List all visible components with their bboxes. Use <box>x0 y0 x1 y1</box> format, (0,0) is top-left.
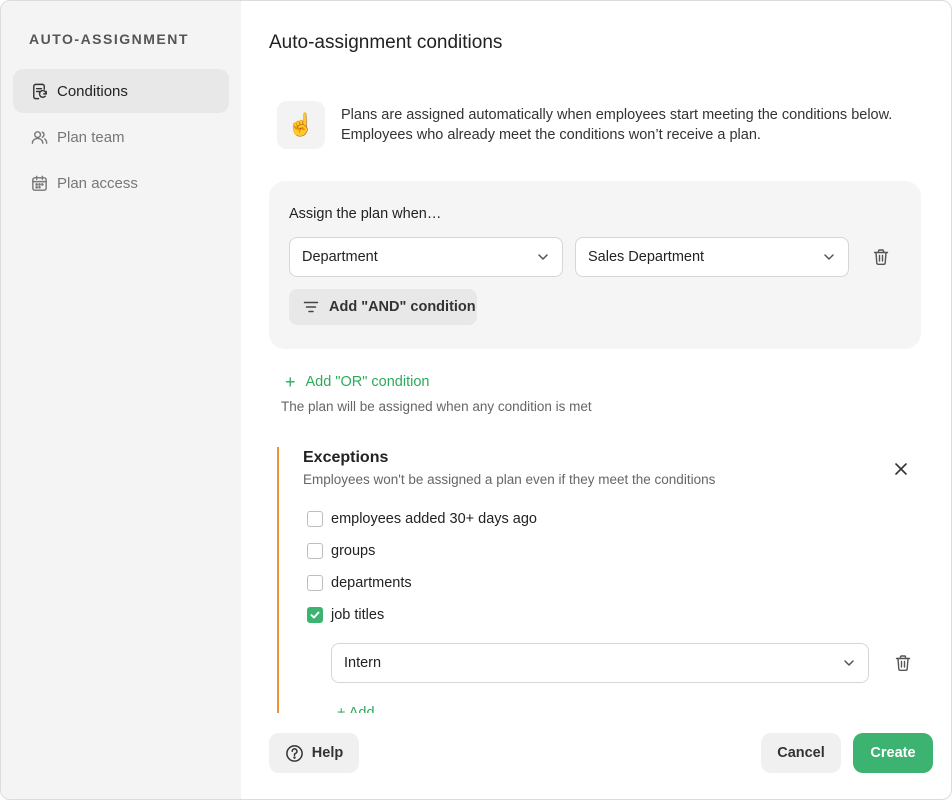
help-button[interactable]: Help <box>269 733 359 773</box>
users-icon <box>29 127 49 147</box>
select-value: Sales Department <box>588 249 705 265</box>
condition-field-select[interactable]: Department <box>289 237 563 277</box>
exception-option-departments[interactable]: departments <box>307 575 412 591</box>
job-title-select[interactable]: Intern <box>331 643 869 683</box>
chevron-down-icon <box>844 660 854 666</box>
exceptions-subtitle: Employees won't be assigned a plan even … <box>303 472 716 487</box>
sidebar-item-plan-access[interactable]: Plan access <box>13 161 229 205</box>
condition-value-select[interactable]: Sales Department <box>575 237 849 277</box>
exception-option-job-titles[interactable]: job titles <box>307 607 384 623</box>
delete-condition-button[interactable] <box>869 245 893 269</box>
select-value: Intern <box>344 655 382 671</box>
exception-option-added-30-days[interactable]: employees added 30+ days ago <box>307 511 537 527</box>
exceptions-title: Exceptions <box>303 449 389 466</box>
filter-icon <box>303 301 319 313</box>
hint-text: Plans are assigned automatically when em… <box>341 107 893 143</box>
option-label: groups <box>331 543 376 559</box>
chevron-down-icon <box>538 254 548 260</box>
sidebar: AUTO-ASSIGNMENT Conditions Plan team Pla… <box>1 1 241 799</box>
pointing-hand-icon: ☝️ <box>277 101 325 149</box>
sidebar-item-label: Plan team <box>57 128 125 146</box>
add-label: Add <box>348 705 375 713</box>
sidebar-item-label: Conditions <box>57 82 128 100</box>
add-and-label: Add "AND" condition <box>329 299 476 315</box>
add-or-label: Add "OR" condition <box>305 374 430 390</box>
checkbox[interactable] <box>307 511 323 527</box>
checkbox-checked[interactable] <box>307 607 323 623</box>
sidebar-item-conditions[interactable]: Conditions <box>13 69 229 113</box>
or-note: The plan will be assigned when any condi… <box>281 399 592 414</box>
page-title: Auto-assignment conditions <box>269 32 503 53</box>
close-icon <box>895 463 907 475</box>
checkbox[interactable] <box>307 543 323 559</box>
option-label: job titles <box>331 607 385 623</box>
help-icon <box>285 744 303 762</box>
check-icon <box>310 611 320 619</box>
add-or-condition-button[interactable]: + Add "OR" condition <box>285 373 429 391</box>
condition-card: Assign the plan when… Department Sales D… <box>269 181 921 349</box>
trash-icon <box>895 655 911 671</box>
help-label: Help <box>311 745 344 761</box>
create-button[interactable]: Create <box>853 733 933 773</box>
sidebar-item-label: Plan access <box>57 174 138 192</box>
trash-icon <box>873 249 889 265</box>
conditions-icon <box>29 81 49 101</box>
sidebar-title: AUTO-ASSIGNMENT <box>29 31 189 47</box>
checkbox[interactable] <box>307 575 323 591</box>
plus-icon: + <box>285 372 296 392</box>
option-label: departments <box>331 575 412 591</box>
option-label: employees added 30+ days ago <box>331 511 537 527</box>
add-and-condition-button[interactable]: Add "AND" condition <box>289 289 477 325</box>
add-job-title-button[interactable]: + Add <box>337 705 375 713</box>
exception-option-groups[interactable]: groups <box>307 543 375 559</box>
chevron-down-icon <box>824 254 834 260</box>
cancel-button[interactable]: Cancel <box>761 733 841 773</box>
main-panel: Auto-assignment conditions ☝️ Plans are … <box>241 1 951 799</box>
close-exceptions-button[interactable] <box>891 459 911 479</box>
condition-label: Assign the plan when… <box>289 206 442 222</box>
delete-job-title-button[interactable] <box>891 651 915 675</box>
sidebar-item-plan-team[interactable]: Plan team <box>13 115 229 159</box>
select-value: Department <box>302 249 378 265</box>
calendar-icon <box>29 173 49 193</box>
exceptions-section: Exceptions Employees won't be assigned a… <box>277 447 921 713</box>
dialog-window: AUTO-ASSIGNMENT Conditions Plan team Pla… <box>0 0 952 800</box>
plus-icon: + <box>337 705 349 713</box>
